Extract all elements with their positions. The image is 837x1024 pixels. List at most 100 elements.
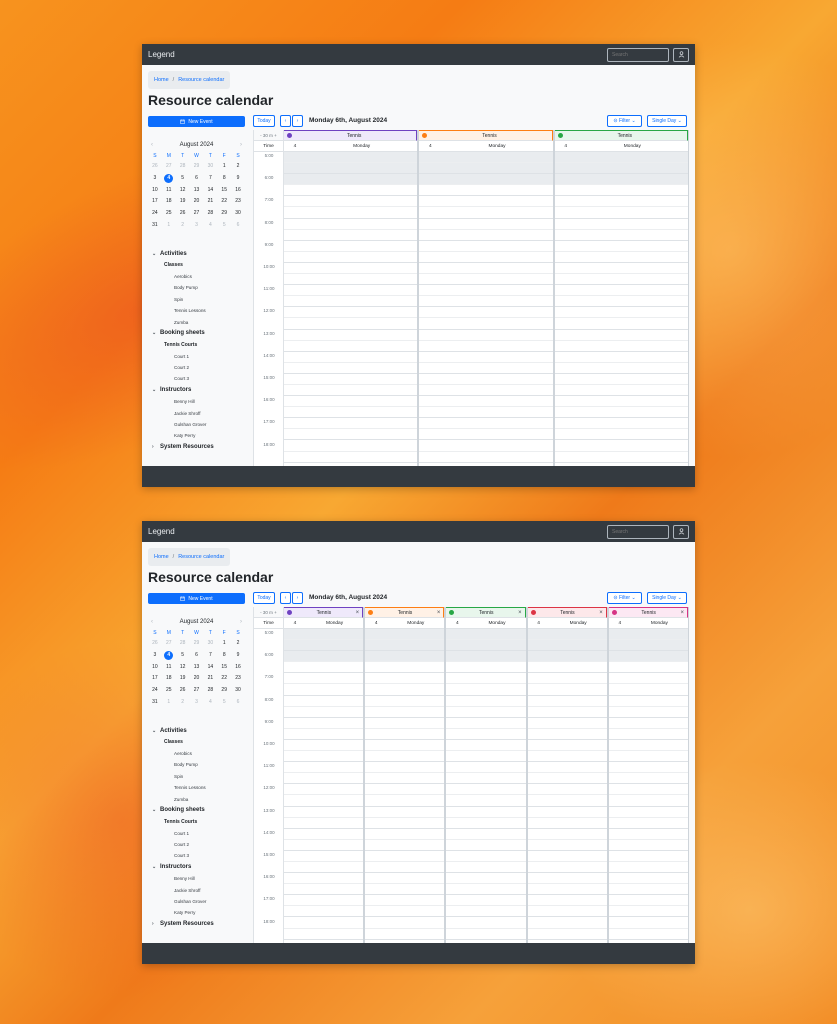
tree-leaf-tennis-lessons[interactable]: Tennis Lessons — [152, 782, 252, 793]
time-slot-cell[interactable] — [446, 829, 526, 840]
breadcrumb-current[interactable]: Resource calendar — [178, 554, 224, 560]
time-slot-cell[interactable] — [284, 174, 418, 186]
time-slot-cell[interactable] — [554, 440, 688, 452]
time-slot-cell[interactable] — [554, 230, 688, 241]
calendar-day[interactable]: 18 — [162, 196, 176, 208]
calendar-day[interactable]: 2 — [176, 697, 190, 709]
time-slot-cell[interactable] — [284, 917, 364, 929]
time-slot-cell[interactable] — [446, 696, 526, 707]
time-slot-cell[interactable] — [419, 274, 553, 286]
calendar-day-today[interactable]: 4 — [162, 173, 176, 185]
tree-leaf-katy-perry[interactable]: Katy Perry — [152, 907, 252, 918]
resource-header[interactable]: Tennis × — [527, 607, 607, 618]
time-slot-cell[interactable] — [365, 807, 445, 818]
breadcrumb-home-link[interactable]: Home — [154, 554, 169, 560]
search-input[interactable] — [607, 524, 669, 539]
calendar-day[interactable]: 27 — [162, 638, 176, 650]
user-menu-button[interactable] — [673, 524, 689, 539]
time-slot-cell[interactable] — [554, 318, 688, 330]
time-slot-cell[interactable] — [419, 219, 553, 230]
time-slot-cell[interactable] — [284, 895, 364, 907]
calendar-day[interactable]: 3 — [148, 650, 162, 662]
time-slot-cell[interactable] — [554, 285, 688, 297]
time-slot-cell[interactable] — [284, 363, 418, 374]
time-slot-cell[interactable] — [365, 651, 445, 663]
time-slot-cell[interactable] — [446, 640, 526, 652]
time-slot-cell[interactable] — [527, 629, 607, 641]
tree-sub-classes[interactable]: Classes — [152, 259, 252, 270]
close-icon[interactable]: × — [518, 610, 522, 616]
time-slot-cell[interactable] — [284, 696, 364, 707]
calendar-day[interactable]: 30 — [203, 638, 217, 650]
time-slot-cell[interactable] — [284, 185, 418, 197]
time-slot-cell[interactable] — [554, 163, 688, 175]
time-slot-cell[interactable] — [608, 740, 688, 752]
calendar-day[interactable]: 29 — [190, 161, 204, 173]
calendar-day[interactable]: 18 — [162, 673, 176, 685]
tree-grp-instructors[interactable]: ⌄ Instructors — [152, 862, 252, 873]
calendar-day[interactable]: 17 — [148, 196, 162, 208]
time-slot-cell[interactable] — [284, 374, 418, 385]
time-slot-cell[interactable] — [446, 840, 526, 851]
tree-leaf-katy-perry[interactable]: Katy Perry — [152, 430, 252, 441]
resource-header[interactable]: Tennis × — [284, 607, 364, 618]
calendar-day[interactable]: 5 — [176, 650, 190, 662]
time-slot-cell[interactable] — [608, 829, 688, 840]
time-slot-cell[interactable] — [554, 307, 688, 319]
calendar-day[interactable]: 30 — [203, 161, 217, 173]
time-slot-cell[interactable] — [419, 207, 553, 219]
time-slot-cell[interactable] — [527, 929, 607, 940]
time-slot-cell[interactable] — [284, 341, 418, 352]
time-slot-cell[interactable] — [284, 241, 418, 252]
tree-leaf-zumba[interactable]: Zumba — [152, 316, 252, 327]
time-slot-cell[interactable] — [284, 762, 364, 774]
time-slot-cell[interactable] — [284, 207, 418, 219]
time-slot-cell[interactable] — [284, 230, 418, 241]
calendar-day[interactable]: 14 — [203, 185, 217, 197]
calendar-day[interactable]: 19 — [176, 196, 190, 208]
time-slot-cell[interactable] — [284, 219, 418, 230]
tree-sub-tennis-courts[interactable]: Tennis Courts — [152, 339, 252, 350]
breadcrumb-home-link[interactable]: Home — [154, 77, 169, 83]
calendar-day[interactable]: 20 — [190, 196, 204, 208]
time-slot-cell[interactable] — [446, 762, 526, 774]
time-slot-cell[interactable] — [446, 673, 526, 685]
time-slot-cell[interactable] — [365, 929, 445, 940]
time-slot-cell[interactable] — [419, 418, 553, 430]
tree-leaf-body-pump[interactable]: Body Pump — [152, 282, 252, 293]
time-slot-cell[interactable] — [608, 651, 688, 663]
tree-leaf-gulshan-grover[interactable]: Gulshan Grover — [152, 419, 252, 430]
tree-sub-tennis-courts[interactable]: Tennis Courts — [152, 816, 252, 827]
calendar-day[interactable]: 5 — [217, 220, 231, 232]
time-slot-cell[interactable] — [554, 418, 688, 430]
time-slot-cell[interactable] — [527, 884, 607, 896]
calendar-day[interactable]: 8 — [217, 650, 231, 662]
time-slot-cell[interactable] — [284, 418, 418, 430]
time-slot-cell[interactable] — [554, 429, 688, 441]
time-slot-cell[interactable] — [527, 906, 607, 918]
time-slot-cell[interactable] — [446, 884, 526, 896]
time-slot-cell[interactable] — [284, 851, 364, 862]
time-slot-cell[interactable] — [365, 729, 445, 740]
time-slot-cell[interactable] — [284, 252, 418, 263]
time-slot-cell[interactable] — [554, 330, 688, 341]
calendar-day[interactable]: 31 — [148, 220, 162, 232]
view-select-dropdown[interactable]: Single Day ⌄ — [647, 115, 687, 127]
calendar-day[interactable]: 9 — [231, 173, 245, 185]
time-slot-cell[interactable] — [284, 640, 364, 652]
time-slot-cell[interactable] — [284, 795, 364, 807]
calendar-day[interactable]: 2 — [231, 638, 245, 650]
tree-leaf-aerobics[interactable]: Aerobics — [152, 748, 252, 759]
close-icon[interactable]: × — [356, 610, 360, 616]
time-slot-cell[interactable] — [554, 352, 688, 363]
time-slot-cell[interactable] — [608, 718, 688, 729]
time-slot-cell[interactable] — [419, 452, 553, 463]
time-slot-cell[interactable] — [527, 740, 607, 752]
time-slot-cell[interactable] — [608, 729, 688, 740]
time-slot-cell[interactable] — [446, 751, 526, 763]
search-input[interactable] — [607, 47, 669, 62]
calendar-day[interactable]: 10 — [148, 662, 162, 674]
time-slot-cell[interactable] — [419, 352, 553, 363]
tree-grp-system-resources[interactable]: › System Resources — [152, 442, 252, 453]
time-slot-cell[interactable] — [419, 385, 553, 397]
